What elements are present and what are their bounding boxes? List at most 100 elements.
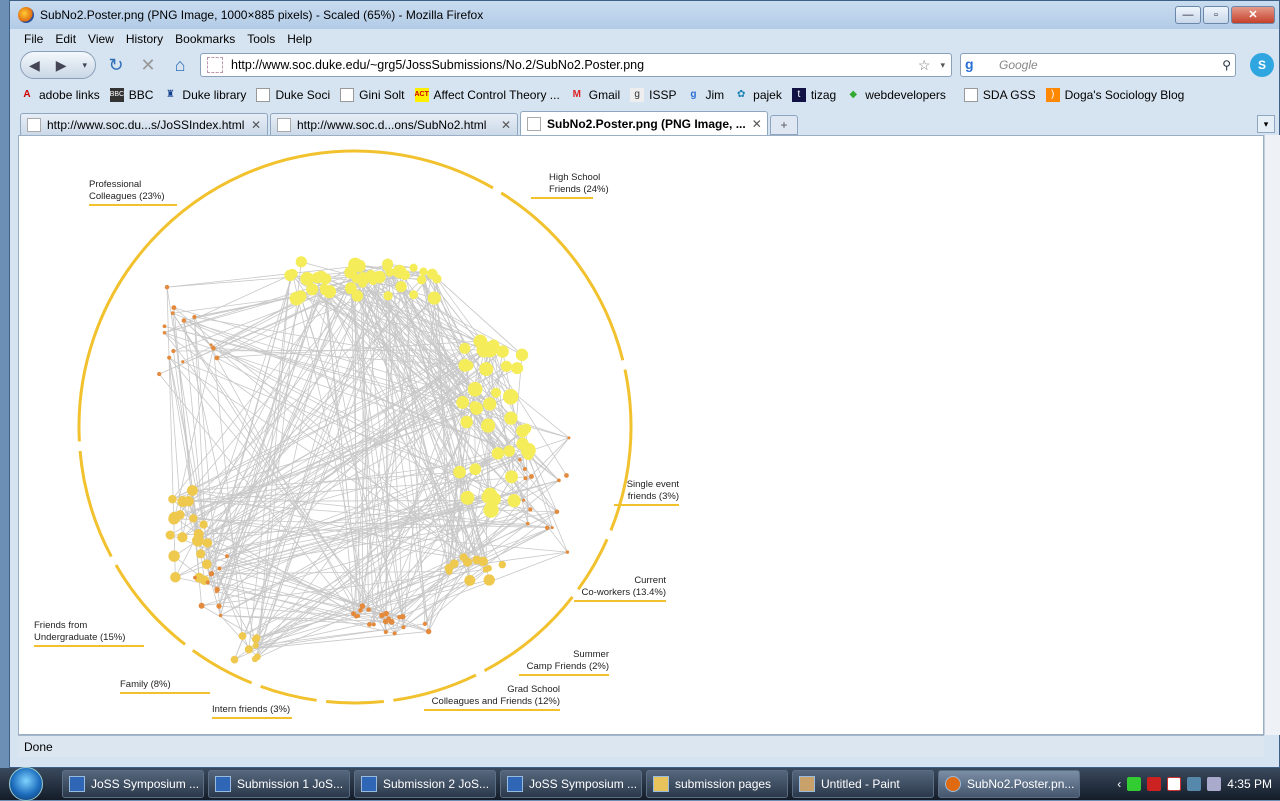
network-node <box>459 343 470 354</box>
tab-subno2[interactable]: http://www.soc.d...ons/SubNo2.html ✕ <box>270 113 518 135</box>
reload-icon[interactable]: ↻ <box>104 53 128 77</box>
bookmark-item[interactable]: ♜Duke library <box>163 88 246 102</box>
google-engine-icon[interactable]: g <box>965 56 983 74</box>
network-node <box>463 558 472 567</box>
bookmark-item[interactable]: BBCBBC <box>110 88 154 102</box>
new-tab-button[interactable]: + <box>770 115 798 135</box>
network-node <box>171 311 175 315</box>
forward-arrow-icon[interactable]: ▶ <box>56 57 67 74</box>
url-dropdown-icon[interactable]: ▾ <box>940 60 945 71</box>
minimize-button[interactable]: — <box>1175 6 1201 24</box>
tray-app-icon[interactable] <box>1147 777 1161 791</box>
menu-history[interactable]: History <box>126 32 163 46</box>
bookmark-item[interactable]: MGmail <box>570 88 620 102</box>
tab-poster[interactable]: SubNo2.Poster.png (PNG Image, ... ✕ <box>520 111 768 135</box>
network-node <box>409 264 417 272</box>
taskbar-item[interactable]: JoSS Symposium ... <box>500 770 642 798</box>
clock[interactable]: 4:35 PM <box>1227 777 1272 791</box>
tab-close-icon[interactable]: ✕ <box>251 118 261 132</box>
network-node <box>470 401 480 411</box>
vertical-scrollbar[interactable] <box>1264 135 1280 735</box>
bookmark-item[interactable]: ttizag <box>792 88 836 102</box>
menu-view[interactable]: View <box>88 32 114 46</box>
bookmark-item[interactable]: Gini Solt <box>340 88 404 102</box>
bookmark-item[interactable]: Duke Soci <box>256 88 330 102</box>
tab-joss-index[interactable]: http://www.soc.du...s/JoSSIndex.html ✕ <box>20 113 268 135</box>
windows-taskbar: JoSS Symposium ... Submission 1 JoS... S… <box>0 768 1280 800</box>
back-arrow-icon[interactable]: ◀ <box>29 57 40 74</box>
network-node <box>427 269 438 280</box>
label-high-school-friends: High School Friends (24%) <box>549 172 609 199</box>
url-bar[interactable]: http://www.soc.duke.edu/~grg5/JossSubmis… <box>200 53 952 77</box>
network-node <box>199 520 207 528</box>
network-node <box>196 549 205 558</box>
network-node <box>551 526 554 529</box>
search-box[interactable]: g Google ⚲ <box>960 53 1236 77</box>
search-icon[interactable]: ⚲ <box>1222 58 1231 72</box>
system-tray: ‹ 4:35 PM <box>1117 777 1280 791</box>
web-icon: ◆ <box>846 88 860 102</box>
menu-help[interactable]: Help <box>287 32 312 46</box>
stop-icon[interactable]: ✕ <box>136 53 160 77</box>
taskbar-item[interactable]: Submission 1 JoS... <box>208 770 350 798</box>
tray-app-icon[interactable] <box>1167 777 1181 791</box>
bookmark-item[interactable]: gJim <box>686 88 724 102</box>
tab-close-icon[interactable]: ✕ <box>501 118 511 132</box>
network-node <box>383 291 392 300</box>
network-edge <box>211 571 449 573</box>
network-icon[interactable] <box>1187 777 1201 791</box>
network-node <box>373 271 386 284</box>
label-grad-school-colleagues: Grad School Colleagues and Friends (12%) <box>424 684 560 711</box>
network-node <box>193 576 197 580</box>
menu-bookmarks[interactable]: Bookmarks <box>175 32 235 46</box>
network-node <box>323 285 336 298</box>
menu-tools[interactable]: Tools <box>247 32 275 46</box>
bookmark-item[interactable]: ✿pajek <box>734 88 782 102</box>
firefox-icon <box>945 776 961 792</box>
bookmarks-toolbar: Aadobe links BBCBBC ♜Duke library Duke S… <box>10 83 1279 107</box>
bookmark-star-icon[interactable]: ☆ <box>918 57 931 74</box>
tray-app-icon[interactable] <box>1127 777 1141 791</box>
network-node <box>460 491 474 505</box>
taskbar-item[interactable]: Submission 2 JoS... <box>354 770 496 798</box>
network-edges <box>159 262 569 660</box>
page-favicon-icon <box>207 57 223 73</box>
network-node <box>217 567 221 571</box>
act-icon: ACT <box>415 88 429 102</box>
taskbar-item[interactable]: SubNo2.Poster.pn... <box>938 770 1080 798</box>
label-current-coworkers: Current Co-workers (13.4%) <box>574 575 666 602</box>
taskbar-item[interactable]: JoSS Symposium ... <box>62 770 204 798</box>
home-icon[interactable]: ⌂ <box>168 53 192 77</box>
network-node <box>516 438 528 450</box>
list-tabs-icon[interactable]: ▾ <box>1257 115 1275 133</box>
taskbar-item[interactable]: submission pages <box>646 770 788 798</box>
taskbar-item[interactable]: Untitled - Paint <box>792 770 934 798</box>
adobe-icon: A <box>20 88 34 102</box>
network-node <box>366 607 371 612</box>
bookmark-item[interactable]: SDA GSS <box>964 88 1036 102</box>
start-button[interactable] <box>0 768 52 800</box>
bookmark-item[interactable]: Aadobe links <box>20 88 100 102</box>
network-node <box>372 622 376 626</box>
menu-edit[interactable]: Edit <box>55 32 76 46</box>
close-button[interactable]: ✕ <box>1231 6 1275 24</box>
network-node <box>458 359 471 372</box>
volume-icon[interactable] <box>1207 777 1221 791</box>
word-icon <box>507 776 523 792</box>
tab-close-icon[interactable]: ✕ <box>752 117 762 131</box>
bookmark-item[interactable]: ◆webdevelopers <box>846 88 946 102</box>
bookmark-item[interactable]: ACTAffect Control Theory ... <box>415 88 560 102</box>
maximize-button[interactable]: ▫ <box>1203 6 1229 24</box>
history-dropdown-icon[interactable]: ▾ <box>82 60 87 71</box>
bookmark-item[interactable]: gISSP <box>630 88 676 102</box>
skype-icon[interactable]: S <box>1250 53 1274 77</box>
network-node <box>417 275 426 284</box>
menu-file[interactable]: File <box>24 32 43 46</box>
label-single-event-friends: Single event friends (3%) <box>614 479 679 506</box>
network-node <box>503 389 519 405</box>
ring-arc <box>611 370 631 531</box>
ring-arc <box>193 650 252 683</box>
bookmark-item[interactable]: )Doga's Sociology Blog <box>1046 88 1185 102</box>
tray-expand-icon[interactable]: ‹ <box>1117 777 1121 791</box>
network-node <box>477 336 487 346</box>
